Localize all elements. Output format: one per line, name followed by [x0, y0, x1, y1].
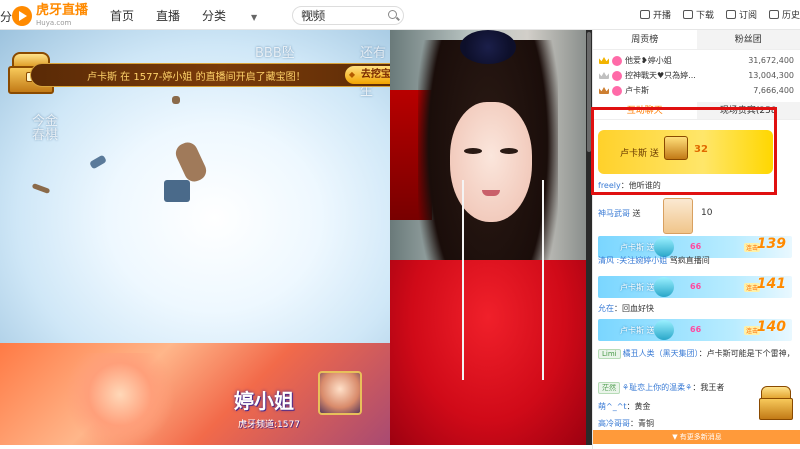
character-art — [60, 353, 180, 445]
crown-icon — [599, 72, 609, 79]
chat-tabs: 互动聊天 现场贵宾(258 — [593, 102, 800, 120]
earphone-wire — [542, 180, 544, 380]
earphone-wire — [462, 180, 464, 380]
fan-badge: Limi — [598, 349, 621, 359]
gift-highlight-message: 卢卡斯 送 32 — [598, 130, 773, 174]
nav-link-category[interactable]: 分类 ▼ — [202, 7, 279, 24]
tab-vip-guests[interactable]: 现场贵宾(258 — [696, 102, 800, 119]
logo-text-cn: 虎牙直播 — [36, 3, 89, 18]
level-badge-icon — [612, 85, 622, 96]
rank-row[interactable]: 卢卡斯 7,666,400 — [599, 83, 794, 98]
gift-count: 10 — [701, 208, 713, 218]
streamer-camera[interactable] — [390, 30, 586, 445]
game-overlay-text: BBB坠 — [255, 46, 295, 61]
crown-icon — [599, 87, 609, 94]
chat-message: 茫然 ⚘耻恋上你的温柔⚘：我王者 — [598, 382, 724, 394]
chat-message: Limi 橘丑人类（黑天集团）：卢卡斯可能是下个雷神， — [598, 348, 795, 359]
broadcast-icon — [639, 10, 650, 19]
logo-text-en: Huya.com — [36, 19, 72, 27]
huya-live-page: 分 虎牙直播 Huya.com 首页 直播 分类 ▼ 视频 KPL 开播 下载 订… — [0, 0, 800, 449]
download-button[interactable]: 下载 — [682, 8, 714, 21]
history-button[interactable]: 历史 — [768, 8, 800, 21]
gift-icon — [654, 237, 674, 257]
nav-left-fragment: 分 — [0, 10, 13, 24]
game-debris — [89, 154, 107, 170]
treasure-chest-icon — [664, 136, 688, 160]
banner-text: 卢卡斯 在 1577-婷小姐 的直播间开启了藏宝图！ — [87, 71, 306, 83]
treasure-chest-icon[interactable] — [759, 386, 793, 422]
gift-combo-message: 卢卡斯 送 66 连击 141 — [598, 276, 792, 298]
game-debris — [172, 139, 210, 185]
crown-icon — [599, 57, 609, 64]
rank-row[interactable]: 他爱❥婷小姐 31,672,400 — [599, 53, 794, 68]
tab-interactive-chat[interactable]: 互动聊天 — [593, 102, 697, 119]
nav-link-live[interactable]: 直播 — [156, 7, 180, 24]
streamer-overlay-art: 婷小姐 虎牙频道:1577 — [0, 343, 390, 445]
level-badge-icon — [612, 55, 622, 66]
gift-combo-message: 卢卡斯 送 66 连击 140 — [598, 319, 792, 341]
chat-message: 清风 :关注婉婷小姐 骂疯直播间 — [598, 256, 710, 265]
chat-username[interactable]: 神马武哥 — [598, 209, 630, 218]
rank-row[interactable]: 控神戰天♥只為婷... 13,004,300 — [599, 68, 794, 83]
rank-tabs: 周贡榜 粉丝团 — [593, 30, 800, 50]
red-sweater — [390, 260, 586, 445]
search-input[interactable]: KPL — [292, 6, 404, 25]
gift-icon — [654, 320, 674, 340]
new-messages-bar[interactable]: ▼ 有更多新消息 — [593, 430, 800, 444]
heart-icon — [725, 10, 736, 19]
game-debris — [31, 183, 51, 194]
game-debris — [164, 180, 190, 202]
streamer-name-badge: 婷小姐 虎牙频道:1577 — [226, 371, 376, 435]
chat-message: 神马武哥 送 — [598, 209, 641, 218]
streamer-avatar — [318, 371, 362, 415]
tab-fan-club[interactable]: 粉丝团 — [696, 30, 800, 49]
start-broadcast-button[interactable]: 开播 — [639, 8, 671, 21]
scrollbar-thumb[interactable] — [587, 32, 591, 152]
search-placeholder: KPL — [301, 10, 318, 20]
subscribe-button[interactable]: 订阅 — [725, 8, 757, 21]
chat-message: 萌^_^t：黄金 — [598, 402, 651, 411]
top-nav: 分 虎牙直播 Huya.com 首页 直播 分类 ▼ 视频 KPL 开播 下载 订… — [0, 0, 800, 30]
treasure-map-banner: 卢卡斯 在 1577-婷小姐 的直播间开启了藏宝图！ 去挖宝!! — [30, 63, 415, 87]
channel-number: 虎牙频道:1577 — [238, 420, 300, 430]
chevron-down-icon: ▼ — [251, 13, 258, 22]
chat-side-panel: 周贡榜 粉丝团 他爱❥婷小姐 31,672,400 控神戰天♥只為婷... 13,0… — [592, 30, 800, 449]
streamer-name: 婷小姐 — [234, 389, 294, 413]
fan-badge: 茫然 — [598, 382, 620, 394]
gift-pack-icon — [663, 198, 693, 234]
chat-username[interactable]: freely — [598, 181, 621, 190]
search-icon[interactable] — [388, 10, 397, 19]
gift-count: 32 — [694, 144, 708, 155]
hair-ornament — [460, 30, 516, 64]
rank-list: 他爱❥婷小姐 31,672,400 控神戰天♥只為婷... 13,004,300 卢… — [593, 50, 800, 98]
chat-message: freely：他听谁的 — [598, 181, 661, 190]
chat-message: 高冷哥哥：青铜 — [598, 419, 654, 428]
game-debris — [172, 96, 180, 104]
nav-link-home[interactable]: 首页 — [110, 7, 134, 24]
tab-weekly-rank[interactable]: 周贡榜 — [593, 30, 697, 49]
game-overlay-text: 春棋 — [32, 128, 59, 143]
header-tools: 开播 下载 订阅 历史 — [628, 8, 800, 21]
clock-icon — [768, 10, 779, 19]
download-icon — [682, 10, 693, 19]
level-badge-icon — [612, 70, 622, 81]
huya-logo[interactable]: 虎牙直播 Huya.com — [12, 4, 88, 28]
chat-message: 允在：回血好快 — [598, 304, 654, 313]
gift-icon — [654, 277, 674, 297]
gift-sender: 卢卡斯 送 — [620, 149, 659, 159]
logo-play-icon — [12, 6, 32, 26]
